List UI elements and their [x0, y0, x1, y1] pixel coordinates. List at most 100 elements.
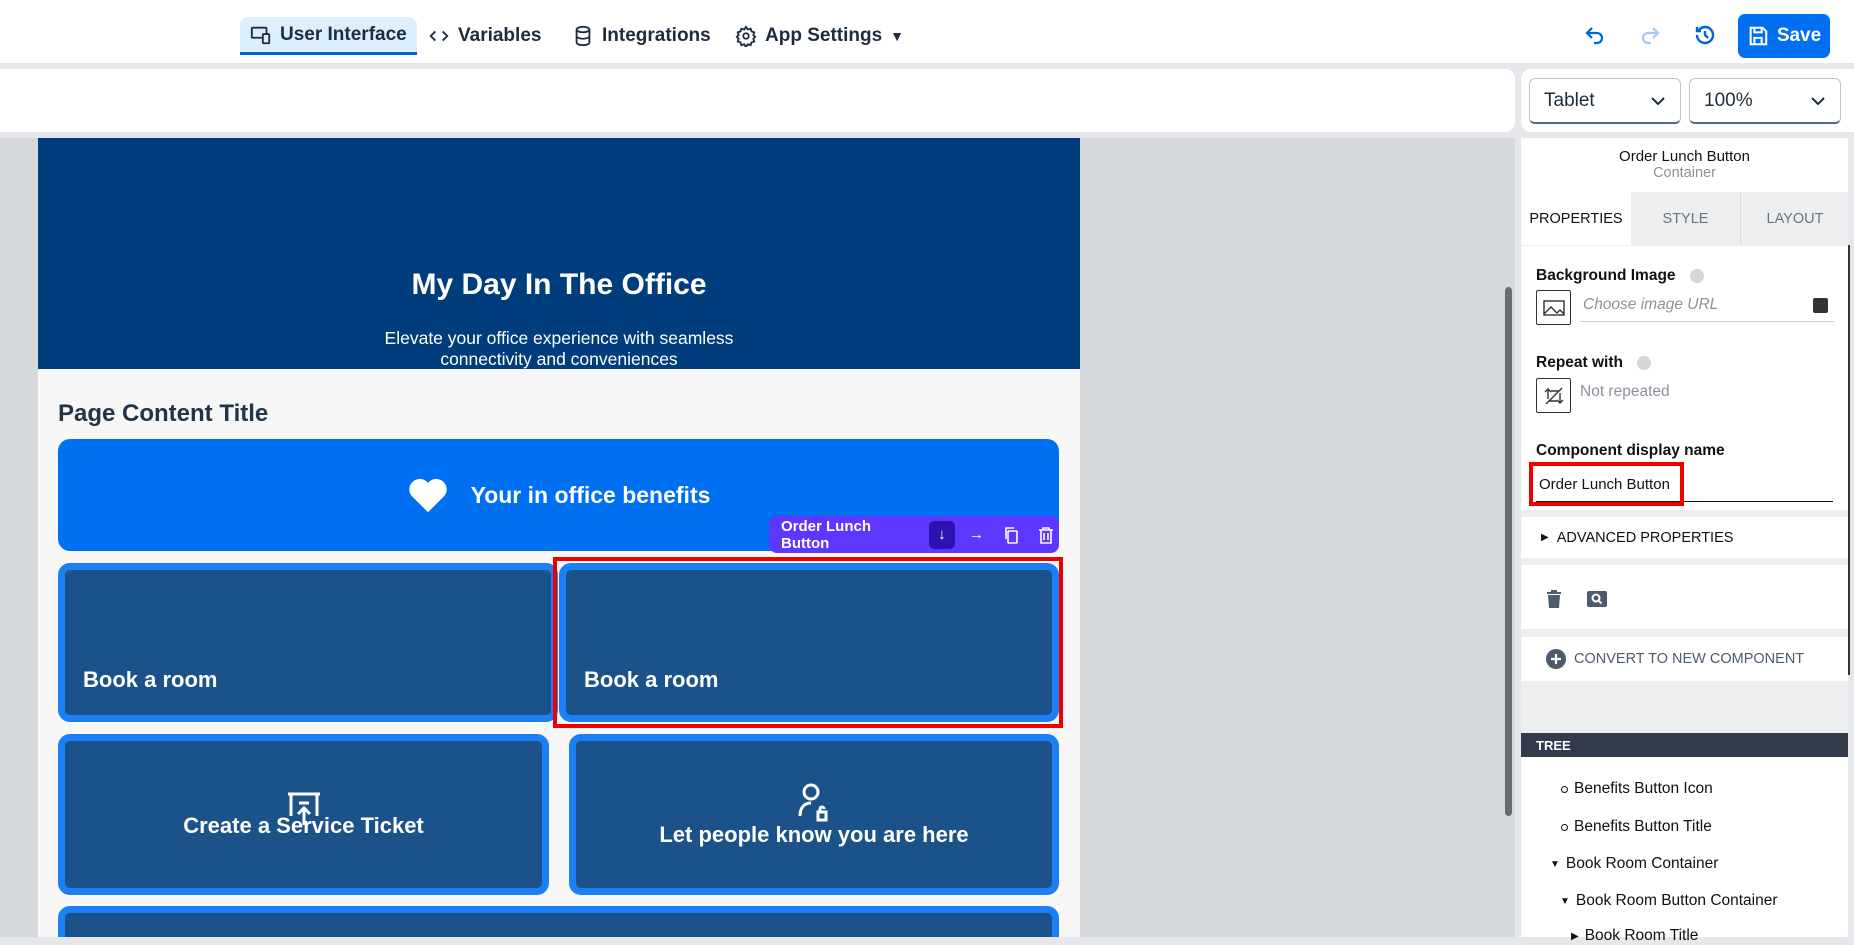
tree-item[interactable]: ▼ Book Room Button Container: [1560, 892, 1778, 910]
caret-right-icon: ▶: [1571, 930, 1579, 942]
toolbar-label: Order Lunch Button: [781, 517, 872, 552]
zoom-select[interactable]: 100%: [1689, 78, 1841, 124]
chevron-down-icon: [1810, 90, 1826, 112]
devices-icon: [250, 26, 271, 44]
tab-label: Variables: [458, 25, 542, 46]
page-content-title: Page Content Title: [58, 400, 269, 427]
tab-variables[interactable]: Variables: [418, 17, 551, 55]
redo-button[interactable]: [1635, 20, 1665, 50]
trash-icon[interactable]: [1546, 589, 1562, 608]
duplicate-button[interactable]: [998, 521, 1025, 549]
image-gallery-icon[interactable]: [1813, 298, 1828, 313]
copy-icon: [1005, 526, 1018, 544]
trash-icon: [1038, 526, 1053, 544]
tree-item-label: Benefits Button Icon: [1574, 780, 1713, 797]
display-name-label: Component display name: [1536, 442, 1725, 459]
user-lock-icon: [798, 783, 828, 821]
image-url-input[interactable]: Choose image URL: [1580, 294, 1834, 322]
next-card[interactable]: [58, 906, 1059, 937]
presence-card[interactable]: Let people know you are here: [569, 734, 1059, 895]
device-value: Tablet: [1544, 89, 1595, 111]
actions-section: [1521, 565, 1848, 629]
undo-icon: [1585, 27, 1604, 45]
convert-label: CONVERT TO NEW COMPONENT: [1574, 651, 1805, 667]
advanced-properties-toggle[interactable]: ▶ ADVANCED PROPERTIES: [1521, 517, 1848, 558]
hero-title: My Day In The Office: [411, 268, 707, 301]
caret-down-icon: ▼: [1560, 895, 1570, 907]
delete-button[interactable]: [1032, 521, 1059, 549]
leaf-node-icon: [1561, 785, 1568, 793]
caret-down-icon: ▼: [1550, 858, 1560, 870]
device-select[interactable]: Tablet: [1529, 78, 1681, 124]
card-label: Book a room: [584, 667, 719, 692]
zoom-value: 100%: [1704, 89, 1753, 111]
hero-banner: My Day In The Office Elevate your office…: [38, 138, 1080, 369]
card-label: Let people know you are here: [659, 821, 969, 847]
repeat-value: Not repeated: [1580, 383, 1670, 400]
tree-item[interactable]: Benefits Button Icon: [1561, 780, 1713, 798]
repeat-label: Repeat with: [1536, 354, 1623, 371]
book-room-card[interactable]: Book a room: [58, 563, 558, 722]
advanced-label: ADVANCED PROPERTIES: [1556, 529, 1734, 546]
panel-header: Order Lunch Button Container: [1521, 138, 1848, 192]
heart-icon: [408, 478, 447, 513]
caret-right-icon: ▶: [1541, 532, 1549, 543]
leaf-node-icon: [1561, 823, 1568, 831]
move-right-button[interactable]: →: [963, 521, 990, 549]
save-label: Save: [1776, 25, 1822, 46]
tab-style[interactable]: STYLE: [1631, 192, 1741, 245]
tab-label: User Interface: [280, 23, 407, 45]
service-ticket-card[interactable]: Create a Service Ticket: [58, 734, 549, 895]
properties-section: Background Image Choose image URL Repeat…: [1521, 246, 1848, 510]
app-page: My Day In The Office Elevate your office…: [38, 138, 1080, 937]
chevron-down-icon: [1650, 90, 1666, 112]
save-button[interactable]: Save: [1738, 14, 1830, 58]
undo-button[interactable]: [1580, 20, 1610, 50]
tree-item-label: Book Room Container: [1565, 855, 1719, 872]
panel-scrollbar[interactable]: [1848, 245, 1850, 675]
image-icon: [1542, 299, 1565, 316]
properties-panel: Order Lunch Button Container PROPERTIES …: [1521, 138, 1848, 944]
canvas-toolbar: [0, 69, 1515, 132]
arrow-down-icon: ↓: [938, 526, 946, 543]
hero-subtitle: Elevate your office experience with seam…: [384, 328, 734, 369]
convert-component-button[interactable]: CONVERT TO NEW COMPONENT: [1521, 637, 1848, 681]
tree-header: TREE: [1521, 733, 1848, 757]
repeat-binding-button[interactable]: [1536, 378, 1571, 413]
tab-properties[interactable]: PROPERTIES: [1521, 192, 1631, 245]
tree-item-label: Book Room Button Container: [1575, 892, 1778, 909]
card-label: Book a room: [83, 667, 218, 692]
tree-item[interactable]: Benefits Button Title: [1561, 818, 1712, 836]
tree-item[interactable]: ▼ Book Room Container: [1550, 855, 1718, 873]
order-lunch-card[interactable]: Book a room: [559, 563, 1059, 722]
tree-item-label: Benefits Button Title: [1574, 818, 1712, 835]
repeat-off-icon: [1544, 387, 1563, 404]
canvas-scrollbar[interactable]: [1505, 287, 1512, 816]
move-down-button[interactable]: ↓: [928, 520, 956, 549]
plus-circle-icon: [1546, 649, 1566, 669]
component-tree: Benefits Button Icon Benefits Button Tit…: [1521, 757, 1848, 944]
redo-icon: [1641, 27, 1660, 45]
save-icon: [1749, 26, 1768, 46]
code-icon: [429, 30, 449, 42]
tab-layout[interactable]: LAYOUT: [1742, 192, 1848, 245]
tab-app-settings[interactable]: App Settings ▼: [725, 17, 914, 55]
tree-item-label: Book Room Title: [1584, 927, 1699, 944]
benefits-label: Your in office benefits: [470, 481, 711, 508]
panel-tabs: PROPERTIES STYLE LAYOUT: [1521, 192, 1848, 246]
arrow-right-icon: →: [968, 526, 984, 543]
inspect-icon[interactable]: [1587, 591, 1607, 607]
tab-label: App Settings: [765, 25, 883, 46]
tab-label: Integrations: [602, 25, 711, 46]
card-label: Create a Service Ticket: [183, 812, 424, 838]
info-icon: [1636, 355, 1651, 370]
caret-down-icon: ▼: [890, 28, 905, 44]
image-picker-button[interactable]: [1536, 290, 1571, 325]
component-toolbar: Order Lunch Button ↓ →: [769, 516, 1059, 553]
gear-icon: [735, 25, 757, 47]
history-button[interactable]: [1690, 20, 1720, 50]
tree-item[interactable]: ▶ Book Room Title: [1571, 927, 1698, 945]
tab-integrations[interactable]: Integrations: [562, 17, 721, 55]
display-name-input[interactable]: Order Lunch Button: [1529, 462, 1684, 506]
tab-user-interface[interactable]: User Interface: [240, 17, 417, 55]
